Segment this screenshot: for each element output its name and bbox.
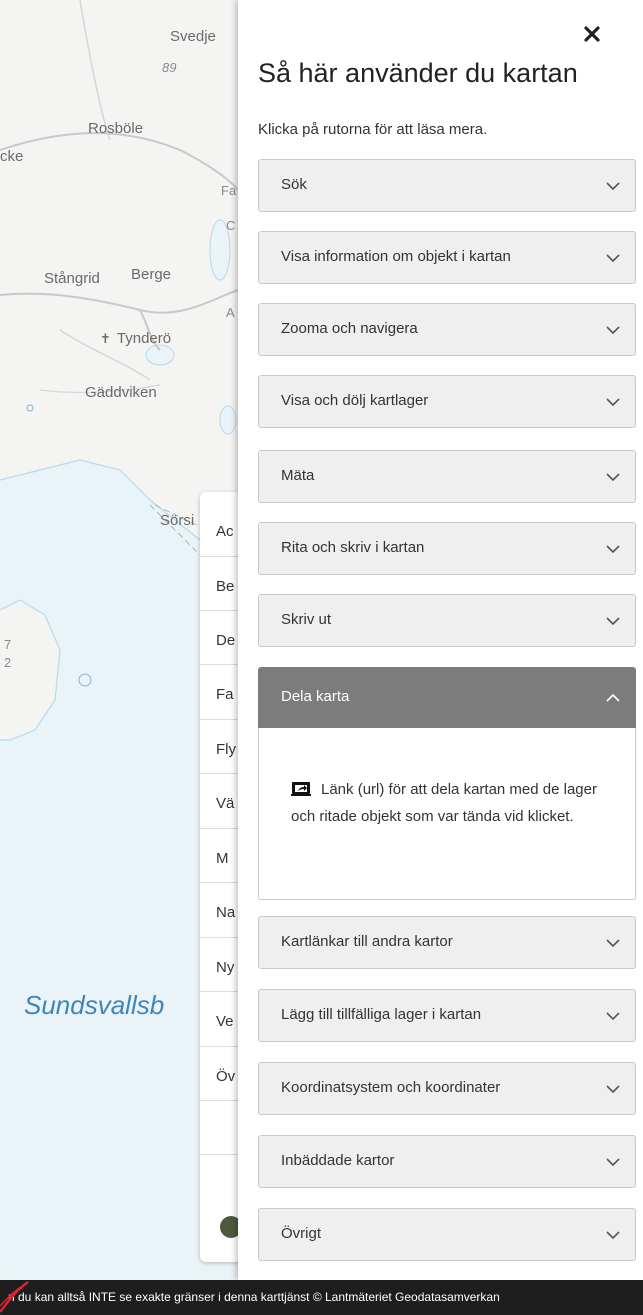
chevron-down-icon (606, 1231, 620, 1240)
chevron-down-icon (606, 939, 620, 948)
accordion-mata[interactable]: Mäta (258, 450, 636, 503)
accordion-label: Zooma och navigera (281, 320, 418, 337)
chevron-down-icon (606, 473, 620, 482)
accordion-label: Inbäddade kartor (281, 1152, 395, 1169)
attribution-text: n du kan alltså INTE se exakte gränser i… (8, 1290, 500, 1304)
church-icon: ✝ (100, 331, 111, 346)
accordion-visa-information[interactable]: Visa information om objekt i kartan (258, 231, 636, 284)
chevron-down-icon (606, 617, 620, 626)
accordion-label: Mäta (281, 467, 315, 484)
chevron-down-icon (606, 545, 620, 554)
water-label-sundsvallsbukten: Sundsvallsb (24, 990, 165, 1020)
place-label-fa: Fa (221, 183, 237, 198)
close-button[interactable] (578, 20, 606, 48)
accordion-visa-dolj-kartlager[interactable]: Visa och dölj kartlager (258, 375, 636, 428)
place-label-c: C (226, 218, 236, 233)
layer-list-item[interactable]: Ve (216, 1013, 234, 1030)
chevron-down-icon (606, 1012, 620, 1021)
accordion-koordinatsystem[interactable]: Koordinatsystem och koordinater (258, 1062, 636, 1115)
place-label-tyndero: ✝ Tynderö (100, 330, 171, 347)
place-label-svedje: Svedje (170, 28, 216, 45)
help-panel: Så här använder du kartan Klicka på ruto… (238, 0, 643, 1280)
accordion-inbaddade-kartor[interactable]: Inbäddade kartor (258, 1135, 636, 1188)
place-label-berge: Berge (131, 266, 172, 283)
layer-list-item[interactable]: Fly (216, 741, 236, 758)
chevron-down-icon (606, 326, 620, 335)
share-description-text: Länk (url) för att dela kartan med de la… (291, 781, 597, 825)
accordion-dela-karta[interactable]: Dela karta (258, 667, 636, 728)
accordion-rita-skriv[interactable]: Rita och skriv i kartan (258, 522, 636, 575)
share-link-icon[interactable] (291, 781, 311, 797)
accordion-content-dela-karta: Länk (url) för att dela kartan med de la… (258, 728, 636, 900)
accordion-label: Kartlänkar till andra kartor (281, 933, 453, 950)
close-icon (584, 26, 600, 42)
layer-list-item[interactable]: Na (216, 904, 235, 921)
accordion-label: Visa information om objekt i kartan (281, 248, 511, 265)
page-title: Så här använder du kartan (258, 58, 578, 88)
layer-list-item[interactable]: Fa (216, 686, 234, 703)
chevron-down-icon (606, 1085, 620, 1094)
place-label-cke: cke (0, 148, 24, 165)
chevron-down-icon (606, 1158, 620, 1167)
panel-intro-text: Klicka på rutorna för att läsa mera. (258, 121, 488, 138)
red-annotation-mark (0, 1280, 29, 1313)
attribution-bar: n du kan alltså INTE se exakte gränser i… (0, 1280, 643, 1315)
layer-list-item[interactable]: Vä (216, 795, 234, 812)
layer-list-item[interactable]: Öv (216, 1068, 235, 1085)
place-label-stangrid: Stångrid (44, 270, 100, 287)
layer-list-item[interactable]: Ny (216, 959, 234, 976)
chevron-down-icon (606, 398, 620, 407)
place-label-a: A (226, 305, 235, 320)
share-description: Länk (url) för att dela kartan med de la… (291, 776, 601, 830)
place-label-tyndero-text: Tynderö (116, 330, 172, 347)
place-label-two: 2 (4, 655, 12, 670)
place-label-sorsi: Sörsi (160, 512, 195, 529)
road-number-label: 89 (162, 60, 177, 75)
accordion-label: Rita och skriv i kartan (281, 539, 425, 556)
chevron-up-icon (606, 693, 620, 702)
layer-list-item[interactable]: Be (216, 578, 234, 595)
accordion-kartlankar[interactable]: Kartlänkar till andra kartor (258, 916, 636, 969)
accordion-label: Skriv ut (281, 611, 332, 628)
accordion-ovrigt[interactable]: Övrigt (258, 1208, 636, 1261)
accordion-label: Övrigt (281, 1225, 322, 1242)
layer-list-item[interactable]: M (216, 850, 229, 867)
chevron-down-icon (606, 182, 620, 191)
accordion-tillfalliga-lager[interactable]: Lägg till tillfälliga lager i kartan (258, 989, 636, 1042)
accordion-label: Lägg till tillfälliga lager i kartan (281, 1006, 482, 1023)
place-label-rosbole: Rosböle (88, 120, 144, 137)
layer-list-item[interactable]: Ac (216, 523, 234, 540)
accordion-skriv-ut[interactable]: Skriv ut (258, 594, 636, 647)
accordion-zooma[interactable]: Zooma och navigera (258, 303, 636, 356)
accordion-label: Sök (281, 176, 307, 193)
chevron-down-icon (606, 254, 620, 263)
layer-list-item[interactable]: De (216, 632, 235, 649)
accordion-label: Visa och dölj kartlager (281, 392, 429, 409)
place-label-seven: 7 (4, 637, 12, 652)
accordion-sok[interactable]: Sök (258, 159, 636, 212)
accordion-label: Dela karta (281, 688, 350, 705)
place-label-gaddviken: Gäddviken (85, 384, 157, 401)
accordion-label: Koordinatsystem och koordinater (281, 1079, 501, 1096)
